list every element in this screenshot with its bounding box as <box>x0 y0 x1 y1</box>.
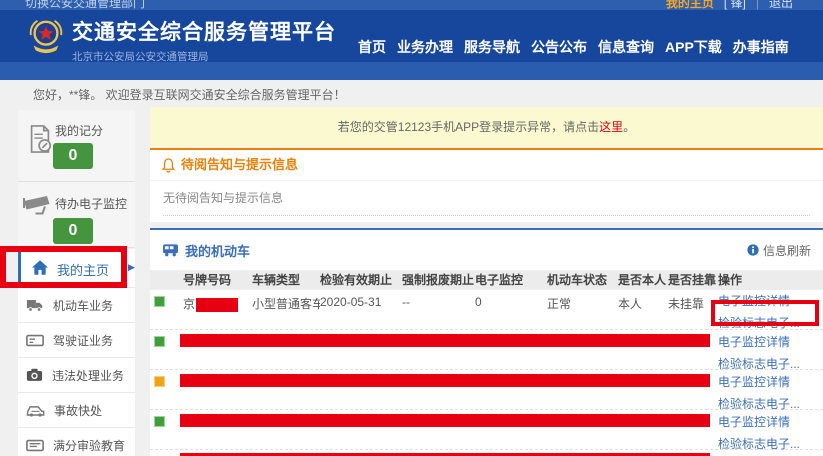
bell-icon <box>162 158 175 173</box>
nav-service-guide[interactable]: 服务导航 <box>464 37 520 57</box>
score-value-badge: 0 <box>53 143 93 169</box>
table-row: 电子监控详情 检验标志电子... <box>150 330 823 370</box>
col-surveillance: 电子监控 <box>475 270 547 290</box>
sidebar-item-full-score-education[interactable]: 满分审验教育 <box>18 428 135 456</box>
monitor-details-link[interactable]: 电子监控详情 <box>718 411 800 433</box>
pending-notices-section: 待阅告知与提示信息 无待阅告知与提示信息 <box>150 148 823 222</box>
status-indicator <box>154 416 165 427</box>
bus-icon <box>162 243 179 257</box>
monitor-details-link[interactable]: 电子监控详情 <box>718 331 800 353</box>
empty-notices-text: 无待阅告知与提示信息 <box>150 181 823 206</box>
certificate-icon <box>26 439 44 452</box>
surveillance-cell: 0 <box>475 290 547 334</box>
dotted-divider <box>163 215 810 216</box>
site-subtitle: 北京市公安局公安交通管理局 <box>72 49 336 64</box>
refresh-info-button[interactable]: 信息刷新 <box>747 242 811 259</box>
status-cell: 正常 <box>547 290 618 334</box>
col-is-owner: 是否本人 <box>618 270 668 290</box>
car-icon <box>26 404 45 417</box>
is-affiliated-cell: 未挂靠 <box>668 290 718 334</box>
id-card-icon <box>26 334 44 347</box>
sidebar-menu: 机动车业务 驾驶证业务 违法处理业务 事故快处 <box>18 287 135 456</box>
info-icon <box>747 244 759 256</box>
status-indicator <box>154 376 165 387</box>
vehicles-table-header: 号牌号码 车辆类型 检验有效期止 强制报废期止 电子监控 机动车状态 是否本人 … <box>150 270 823 290</box>
sidebar-item-violation-services[interactable]: 违法处理业务 <box>18 358 135 393</box>
col-vehicle-type: 车辆类型 <box>252 270 320 290</box>
col-is-affiliated: 是否挂靠 <box>668 270 718 290</box>
site-header: 交通安全综合服务管理平台 北京市公安局公安交通管理局 首页 业务办理 服务导航 … <box>0 10 823 62</box>
redaction-bar <box>180 334 710 347</box>
sidebar-item-accident-quick-handle[interactable]: 事故快处 <box>18 393 135 428</box>
nav-business[interactable]: 业务办理 <box>397 37 453 57</box>
camera-icon <box>26 368 43 382</box>
table-row: 电子监控详情 检验标志电子... <box>150 410 823 450</box>
sidebar-item-my-homepage[interactable]: 我的主页 <box>18 249 135 287</box>
monitor-details-link[interactable]: 电子监控详情 <box>718 290 823 312</box>
cctv-camera-icon <box>20 194 54 220</box>
topbar-my-home-link[interactable]: 我的主页 <box>666 0 714 10</box>
vehicle-type-cell: 小型普通客车 <box>252 290 320 334</box>
col-scrap-until: 强制报废期止 <box>402 270 475 290</box>
sidebar-item-label: 机动车业务 <box>53 297 113 314</box>
nav-info-query[interactable]: 信息查询 <box>598 37 654 57</box>
is-owner-cell: 本人 <box>618 290 668 334</box>
nav-home[interactable]: 首页 <box>358 37 386 57</box>
table-row: 电子监控详情 检验标志电子... <box>150 370 823 410</box>
header-sub-strip <box>0 62 823 80</box>
col-plate-number: 号牌号码 <box>183 270 252 290</box>
refresh-label: 信息刷新 <box>763 242 811 259</box>
police-badge-logo <box>27 18 65 56</box>
col-inspection-until: 检验有效期止 <box>320 270 402 290</box>
redaction-bar <box>180 414 710 427</box>
alert-text: 若您的交管12123手机APP登录提示异常，请点击 <box>338 120 599 134</box>
nav-app-download[interactable]: APP下载 <box>665 37 722 57</box>
inspection-until-cell: 2020-05-31 <box>320 290 402 334</box>
status-indicator <box>154 296 165 307</box>
monitor-details-link[interactable]: 电子监控详情 <box>718 371 800 393</box>
status-indicator <box>154 336 165 347</box>
monitor-value-badge: 0 <box>53 218 93 244</box>
nav-help-guide[interactable]: 办事指南 <box>733 37 789 57</box>
my-vehicles-section: 我的机动车 信息刷新 号牌号码 车辆类型 检验有效期止 强制报废期止 电子监控 … <box>150 228 823 456</box>
topbar-username: [ 锋] <box>724 0 746 10</box>
alert-text-suffix: 。 <box>623 120 635 134</box>
sidebar-monitor-panel[interactable]: 待办电子监控 0 <box>18 182 135 248</box>
plate-cell: 京 <box>183 290 252 334</box>
topbar-divider: | <box>756 0 759 10</box>
sidebar-item-label: 事故快处 <box>54 402 102 419</box>
welcome-greeting: 您好，**锋。 欢迎登录互联网交通安全综合服务管理平台！ <box>33 86 346 103</box>
switch-department-link[interactable]: 切换公安交通管理部门 <box>25 0 145 10</box>
main-nav: 首页 业务办理 服务导航 公告公布 信息查询 APP下载 办事指南 <box>358 37 789 57</box>
truck-icon <box>26 298 44 312</box>
score-label: 我的记分 <box>55 122 103 139</box>
sidebar-item-license-services[interactable]: 驾驶证业务 <box>18 323 135 358</box>
col-actions: 操作 <box>718 270 823 290</box>
sidebar-item-label: 驾驶证业务 <box>53 332 113 349</box>
scrap-until-cell: -- <box>402 290 475 334</box>
alert-here-link[interactable]: 这里 <box>599 120 623 134</box>
sidebar-item-label: 违法处理业务 <box>52 367 124 384</box>
sidebar-item-label: 我的主页 <box>57 260 109 279</box>
chevron-right-icon: ▶ <box>128 262 135 273</box>
app-login-alert: 若您的交管12123手机APP登录提示异常，请点击这里。 <box>150 107 823 147</box>
top-utility-bar: 切换公安交通管理部门 我的主页 [ 锋] | 退出 <box>0 0 823 10</box>
redaction-bar <box>180 374 710 387</box>
monitor-label: 待办电子监控 <box>55 195 127 212</box>
traffic-platform-page: 切换公安交通管理部门 我的主页 [ 锋] | 退出 交通安全综合服务管理平台 北… <box>0 0 823 456</box>
sidebar-item-vehicle-services[interactable]: 机动车业务 <box>18 288 135 323</box>
col-vehicle-status: 机动车状态 <box>547 270 618 290</box>
score-document-icon <box>26 123 54 155</box>
sidebar-item-label: 满分审验教育 <box>53 437 125 454</box>
site-title: 交通安全综合服务管理平台 <box>72 16 336 46</box>
redaction-bar <box>196 298 238 312</box>
section-title: 我的机动车 <box>185 241 250 260</box>
home-icon <box>32 260 48 275</box>
nav-announcements[interactable]: 公告公布 <box>531 37 587 57</box>
table-row <box>150 450 823 456</box>
logout-link[interactable]: 退出 <box>769 0 793 10</box>
section-title: 待阅告知与提示信息 <box>181 150 298 180</box>
sidebar-score-panel[interactable]: 我的记分 0 <box>18 110 135 182</box>
table-row: 京 小型普通客车 2020-05-31 -- 0 正常 本人 未挂靠 电子监控详… <box>150 290 823 330</box>
